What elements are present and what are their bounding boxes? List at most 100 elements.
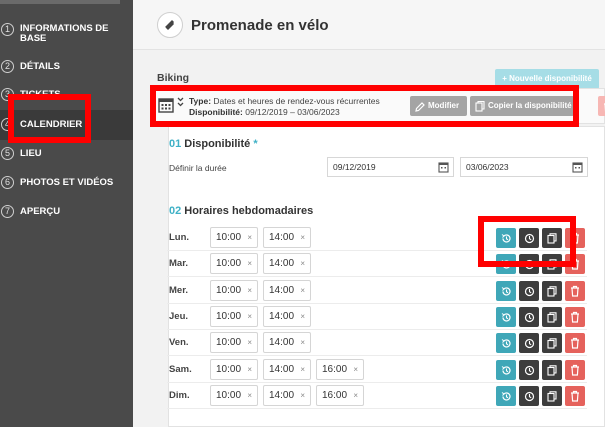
availability-card[interactable]: Type: Dates et heures de rendez-vous réc… <box>151 88 605 124</box>
recurrence-button[interactable] <box>496 360 516 380</box>
chevron-down-icon[interactable] <box>177 96 184 110</box>
modify-label: Modifier <box>428 101 460 110</box>
recurrence-button[interactable] <box>496 281 516 301</box>
end-date-input[interactable]: 03/06/2023 <box>460 157 588 177</box>
remove-time-icon[interactable]: × <box>247 360 252 379</box>
time-button[interactable] <box>519 281 539 301</box>
time-tag[interactable]: 14:00 × <box>263 227 311 248</box>
copy-day-button[interactable] <box>542 281 562 301</box>
trash-icon <box>570 390 580 402</box>
time-tag[interactable]: 14:00 × <box>263 280 311 301</box>
trash-icon <box>570 337 580 349</box>
copy-icon <box>547 364 557 376</box>
time-button[interactable] <box>519 307 539 327</box>
delete-day-button[interactable] <box>565 360 585 380</box>
remove-time-icon[interactable]: × <box>300 386 305 405</box>
trash-icon <box>570 311 580 323</box>
time-tag[interactable]: 10:00 × <box>210 306 258 327</box>
day-row: Ven. 10:00 × 14:00 × <box>167 330 587 356</box>
remove-time-icon[interactable]: × <box>247 333 252 352</box>
time-button[interactable] <box>519 386 539 406</box>
time-tag[interactable]: 14:00 × <box>263 332 311 353</box>
time-tag[interactable]: 10:00 × <box>210 359 258 380</box>
sidebar-item-lieu[interactable]: 5 Lieu <box>0 147 133 161</box>
remove-time-icon[interactable]: × <box>300 254 305 273</box>
remove-time-icon[interactable]: × <box>300 307 305 326</box>
remove-time-icon[interactable]: × <box>300 333 305 352</box>
sidebar-item-details[interactable]: 2 Détails <box>0 60 133 74</box>
calendar-icon <box>158 97 174 118</box>
copy-day-button[interactable] <box>542 360 562 380</box>
recurrence-button[interactable] <box>496 386 516 406</box>
time-button[interactable] <box>519 228 539 248</box>
copy-availability-button[interactable]: Copier la disponibilité <box>470 96 574 116</box>
delete-day-button[interactable] <box>565 281 585 301</box>
copy-day-button[interactable] <box>542 307 562 327</box>
delete-day-button[interactable] <box>565 254 585 274</box>
step-number: 4 <box>1 118 14 131</box>
time-tag[interactable]: 14:00 × <box>263 385 311 406</box>
new-availability-button[interactable]: + Nouvelle disponibilité <box>495 69 599 89</box>
history-icon <box>501 338 512 349</box>
recurrence-button[interactable] <box>496 228 516 248</box>
copy-day-button[interactable] <box>542 386 562 406</box>
time-tag[interactable]: 10:00 × <box>210 385 258 406</box>
calendar-icon[interactable] <box>572 161 583 179</box>
remove-time-icon[interactable]: × <box>247 307 252 326</box>
remove-time-icon[interactable]: × <box>247 281 252 300</box>
copy-day-button[interactable] <box>542 333 562 353</box>
time-tag[interactable]: 14:00 × <box>263 359 311 380</box>
sidebar-item-label: Informations de base <box>20 23 109 44</box>
sidebar-item-photos[interactable]: 6 Photos et vidéos <box>0 176 133 190</box>
remove-time-icon[interactable]: × <box>247 228 252 247</box>
time-tag[interactable]: 10:00 × <box>210 280 258 301</box>
time-tag[interactable]: 16:00 × <box>316 359 364 380</box>
remove-time-icon[interactable]: × <box>247 386 252 405</box>
calendar-icon[interactable] <box>438 161 449 179</box>
copy-day-button[interactable] <box>542 254 562 274</box>
day-row: Lun. 10:00 × 14:00 × <box>167 225 587 251</box>
step-number: 3 <box>1 88 14 101</box>
sidebar-item-apercu[interactable]: 7 Aperçu <box>0 205 133 219</box>
step-number: 5 <box>1 147 14 160</box>
time-button[interactable] <box>519 360 539 380</box>
delete-day-button[interactable] <box>565 228 585 248</box>
delete-day-button[interactable] <box>565 333 585 353</box>
sidebar-item-informations[interactable]: 1 Informations de base <box>0 22 133 46</box>
block-title: Disponibilité <box>184 138 251 150</box>
time-value: 14:00 <box>269 232 295 243</box>
time-value: 14:00 <box>269 337 295 348</box>
start-date-input[interactable]: 09/12/2019 <box>327 157 454 177</box>
sidebar-item-label: Tickets <box>20 89 61 100</box>
day-row: Sam. 10:00 × 14:00 × 16:00 × <box>167 357 587 383</box>
time-tag[interactable]: 16:00 × <box>316 385 364 406</box>
time-button[interactable] <box>519 333 539 353</box>
sidebar-item-tickets[interactable]: 3 Tickets <box>0 88 133 102</box>
delete-availability-button[interactable] <box>598 96 605 116</box>
remove-time-icon[interactable]: × <box>300 360 305 379</box>
availability-type: Type: Dates et heures de rendez-vous réc… <box>189 96 380 106</box>
sidebar-item-calendrier[interactable]: 4 Calendrier <box>0 110 133 140</box>
time-tag[interactable]: 14:00 × <box>263 253 311 274</box>
time-tag[interactable]: 10:00 × <box>210 253 258 274</box>
recurrence-button[interactable] <box>496 307 516 327</box>
delete-day-button[interactable] <box>565 386 585 406</box>
recurrence-button[interactable] <box>496 333 516 353</box>
remove-time-icon[interactable]: × <box>247 254 252 273</box>
time-value: 14:00 <box>269 258 295 269</box>
time-value: 16:00 <box>322 390 348 401</box>
delete-day-button[interactable] <box>565 307 585 327</box>
time-button[interactable] <box>519 254 539 274</box>
ticket-icon <box>157 12 183 38</box>
remove-time-icon[interactable]: × <box>353 360 358 379</box>
remove-time-icon[interactable]: × <box>300 281 305 300</box>
modify-button[interactable]: Modifier <box>410 96 467 116</box>
remove-time-icon[interactable]: × <box>300 228 305 247</box>
copy-day-button[interactable] <box>542 228 562 248</box>
clock-icon <box>524 365 535 376</box>
recurrence-button[interactable] <box>496 254 516 274</box>
remove-time-icon[interactable]: × <box>353 386 358 405</box>
time-tag[interactable]: 10:00 × <box>210 332 258 353</box>
time-tag[interactable]: 10:00 × <box>210 227 258 248</box>
time-tag[interactable]: 14:00 × <box>263 306 311 327</box>
